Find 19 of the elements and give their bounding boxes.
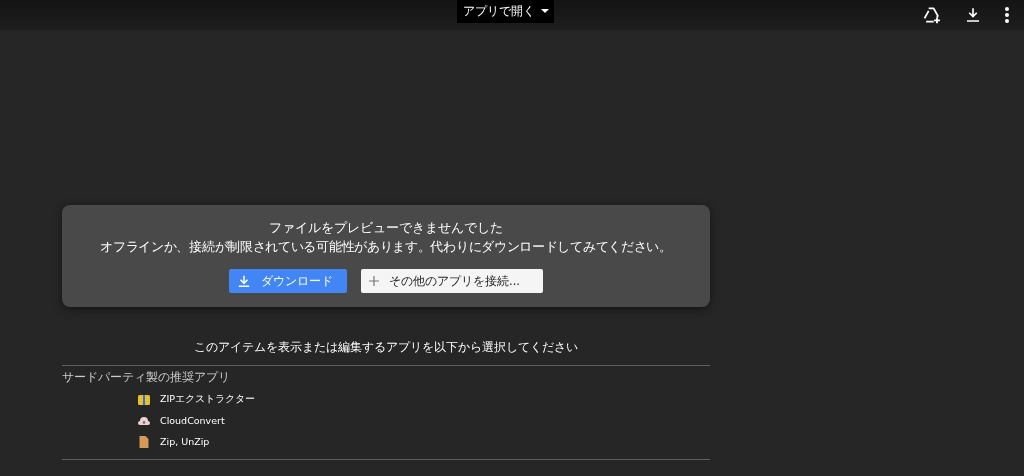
download-icon <box>237 274 251 288</box>
more-icon[interactable] <box>1004 6 1010 24</box>
apps-prompt: このアイテムを表示または編集するアプリを以下から選択してください <box>193 340 579 355</box>
cloud-icon <box>138 416 150 425</box>
download-icon[interactable] <box>964 6 982 24</box>
caret-icon <box>540 9 549 13</box>
app-name[interactable]: ZIPエクストラクター <box>160 393 256 406</box>
section-heading: サードパーティ製の推奨アプリ <box>62 370 231 385</box>
plus-icon <box>369 276 379 286</box>
add-to-drive-icon[interactable] <box>922 5 942 25</box>
error-title: ファイルをプレビューできませんでした <box>269 219 503 236</box>
app-name[interactable]: Zip, UnZip <box>160 436 210 447</box>
connect-apps-button[interactable]: その他のアプリを接続... <box>361 269 543 293</box>
open-with-button[interactable]: アプリで開く <box>456 0 554 23</box>
error-message: オフラインか、接続が制限されている可能性があります。代わりにダウンロードしてみてください。 <box>100 238 672 255</box>
archive-icon <box>138 394 150 405</box>
app-name[interactable]: CloudConvert <box>160 415 225 426</box>
file-icon <box>138 435 150 448</box>
download-button[interactable]: ダウンロード <box>229 269 347 293</box>
